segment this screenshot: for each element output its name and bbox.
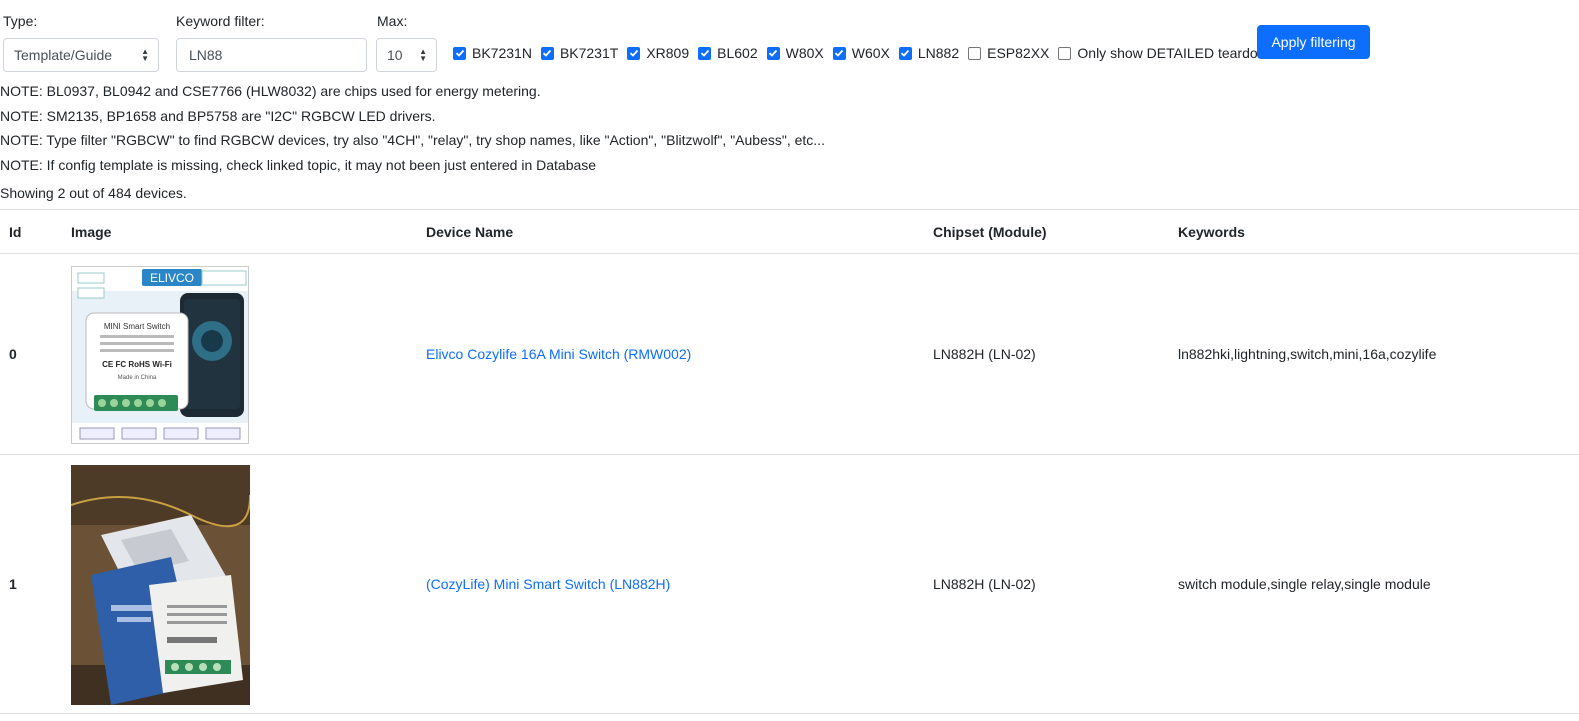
type-select-value: Template/Guide [14, 47, 113, 63]
checkmark-icon [453, 46, 466, 60]
note-energy-metering: NOTE: BL0937, BL0942 and CSE7766 (HLW803… [0, 83, 541, 99]
cozylife-product-photo [71, 465, 250, 705]
svg-text:MINI Smart Switch: MINI Smart Switch [104, 322, 170, 331]
checkmark-icon [627, 46, 641, 60]
note-led-drivers: NOTE: SM2135, BP1658 and BP5758 are "I2C… [0, 107, 436, 124]
checkmark-icon [698, 46, 712, 60]
svg-text:Made in China: Made in China [118, 375, 157, 381]
checkmark-icon [832, 46, 846, 60]
table-row: 1 (CozyLife) Mini Smart Switch (LN882H) … [0, 454, 1579, 714]
device-link[interactable]: (CozyLife) Mini Smart Switch (LN882H) [426, 576, 670, 592]
header-device-name: Device Name [417, 209, 924, 254]
devices-table: Id Image Device Name Chipset (Module) Ke… [0, 209, 1579, 714]
filter-form: Type: Template/Guide ▲ ▼ Keyword filter: … [0, 0, 1579, 80]
checkbox-w80x[interactable]: W80X [766, 45, 824, 61]
checkbox-detailed-teardowns[interactable]: Only show DETAILED teardowns [1058, 45, 1283, 61]
updown-caret-icon: ▲ ▼ [419, 47, 427, 63]
svg-text:ELIVCO: ELIVCO [150, 271, 194, 285]
max-label: Max: [377, 13, 408, 29]
chipset-checkboxes: BK7231N BK7231T XR809 BL602 W80X W60X LN… [453, 44, 1292, 62]
checkmark-icon [540, 46, 554, 60]
checkbox-w60x[interactable]: W60X [832, 45, 890, 61]
note-config-template: NOTE: If config template is missing, che… [0, 156, 597, 173]
max-select[interactable]: 10 ▲ ▼ [376, 38, 437, 72]
device-link[interactable]: Elivco Cozylife 16A Mini Switch (RMW002) [426, 346, 691, 362]
note-type-filter: NOTE: Type filter "RGBCW" to find RGBCW … [0, 132, 825, 148]
header-image: Image [62, 209, 417, 254]
checkbox-bk7231t[interactable]: BK7231T [540, 45, 618, 61]
row-keywords: ln882hki,lightning,switch,mini,16a,cozyl… [1169, 253, 1579, 455]
type-select[interactable]: Template/Guide ▲ ▼ [3, 38, 159, 72]
table-row: 0 ELIVCO MINI Smart Switch CE FC RoHS Wi… [0, 253, 1579, 455]
row-id: 1 [0, 454, 62, 714]
apply-filtering-button[interactable]: Apply filtering [1257, 25, 1370, 59]
type-label: Type: [3, 13, 38, 29]
results-count: Showing 2 out of 484 devices. [0, 185, 187, 201]
checkbox-xr809[interactable]: XR809 [627, 45, 689, 61]
checkbox-ln882[interactable]: LN882 [898, 45, 959, 61]
row-keywords: switch module,single relay,single module [1169, 454, 1579, 714]
checkbox-esp82xx[interactable]: ESP82XX [968, 45, 1049, 61]
checkbox-bl602[interactable]: BL602 [698, 45, 758, 61]
notes-list: NOTE: BL0937, BL0942 and CSE7766 (HLW803… [0, 79, 825, 177]
header-keywords: Keywords [1169, 209, 1579, 254]
table-header-row: Id Image Device Name Chipset (Module) Ke… [0, 209, 1579, 254]
checkmark-icon [898, 46, 912, 60]
checkmark-icon [766, 46, 780, 60]
checkbox-bk7231n[interactable]: BK7231N [453, 45, 532, 61]
elivco-product-photo: ELIVCO MINI Smart Switch CE FC RoHS Wi-F… [72, 267, 248, 443]
header-chipset: Chipset (Module) [924, 209, 1169, 254]
svg-text:CE FC RoHS Wi-Fi: CE FC RoHS Wi-Fi [102, 360, 172, 369]
row-chipset: LN882H (LN-02) [924, 253, 1169, 455]
row-chipset: LN882H (LN-02) [924, 454, 1169, 714]
device-image[interactable] [71, 465, 250, 705]
device-image[interactable]: ELIVCO MINI Smart Switch CE FC RoHS Wi-F… [71, 266, 249, 444]
keyword-label: Keyword filter: [176, 13, 265, 29]
header-id: Id [0, 209, 62, 254]
keyword-input-value: LN88 [189, 47, 223, 63]
max-select-value: 10 [387, 47, 403, 63]
updown-caret-icon: ▲ ▼ [141, 47, 149, 63]
row-id: 0 [0, 253, 62, 455]
keyword-input[interactable]: LN88 [176, 38, 367, 72]
